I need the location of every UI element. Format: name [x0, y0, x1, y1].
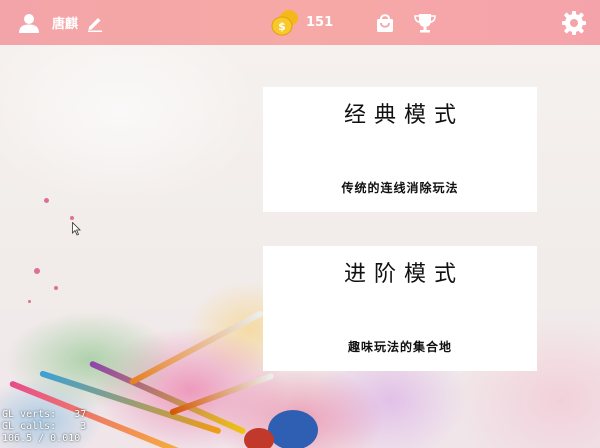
gear-icon[interactable]: [561, 0, 587, 45]
debug-line: GL verts: 37: [2, 409, 87, 420]
debug-stats-overlay: GL verts: 37 GL calls: 3 106.5 / 0.010: [2, 409, 86, 445]
user-icon[interactable]: [18, 0, 40, 45]
top-bar: 唐麒 $ 151: [0, 0, 600, 45]
svg-text:$: $: [278, 20, 286, 33]
pencil-icon[interactable]: [86, 0, 104, 45]
shopping-bag-icon[interactable]: [374, 0, 396, 45]
paint-drip: [28, 300, 31, 303]
watercolor-background: [0, 0, 600, 448]
paint-drip: [44, 198, 49, 203]
paintbrush-image: [128, 309, 264, 386]
advanced-mode-card[interactable]: 进阶模式 趣味玩法的集合地: [263, 246, 537, 371]
paint-drip: [34, 268, 40, 274]
paint-jar-image: [244, 428, 274, 448]
mouse-cursor-icon: [72, 221, 82, 240]
debug-line: GL calls: 3: [2, 421, 87, 432]
paint-drip: [54, 286, 58, 290]
advanced-mode-title: 进阶模式: [343, 262, 464, 287]
paint-jar-image: [268, 410, 318, 448]
username-label: 唐麒: [52, 17, 79, 32]
coin-icon: $: [270, 0, 300, 45]
trophy-icon[interactable]: [413, 0, 437, 45]
coin-count: 151: [306, 15, 334, 30]
classic-mode-title: 经典模式: [343, 103, 464, 128]
paint-drip: [70, 216, 74, 220]
advanced-mode-description: 趣味玩法的集合地: [347, 340, 452, 354]
classic-mode-description: 传统的连线消除玩法: [341, 181, 459, 195]
debug-line: 106.5 / 0.010: [2, 433, 81, 444]
classic-mode-card[interactable]: 经典模式 传统的连线消除玩法: [263, 87, 537, 212]
paintbrush-image: [168, 372, 275, 416]
